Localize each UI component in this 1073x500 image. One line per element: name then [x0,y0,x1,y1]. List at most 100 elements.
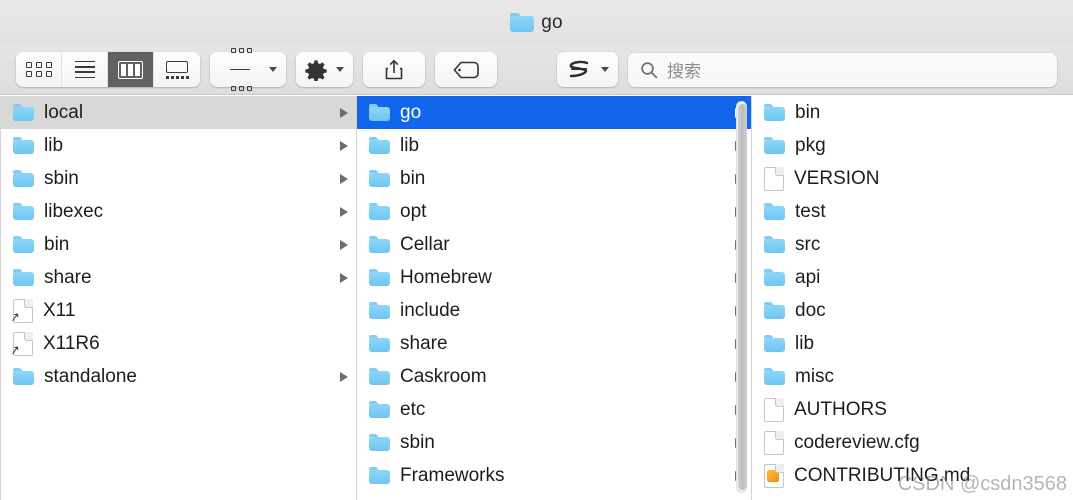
group-by-icon [219,34,260,106]
search-field[interactable]: 搜索 [628,52,1057,87]
share-button[interactable] [363,52,425,87]
scrollbar-thumb[interactable] [738,104,747,490]
column-1[interactable]: local lib sbin libexec bin share ↗ X11 ↗ X11R6 sta… [0,96,357,500]
file-row-label: share [400,332,448,354]
file-row[interactable]: Caskroom [357,360,751,393]
tag-button[interactable] [435,52,497,87]
file-row[interactable]: test [752,195,1072,228]
file-row-label: X11 [43,299,76,321]
file-row-label: pkg [795,134,826,156]
file-row[interactable]: standalone [1,360,356,393]
file-row[interactable]: opt [357,195,751,228]
alias-file-icon: ↗ [9,298,33,324]
column-2[interactable]: go lib bin opt Cellar Homebrew include share Cas… [357,96,752,500]
file-row[interactable]: Frameworks [357,459,751,492]
view-mode-column-view-button[interactable] [108,52,154,87]
disclosure-arrow-icon [340,107,348,118]
folder-icon [369,203,390,220]
view-mode-icon-view-button[interactable] [16,52,62,87]
folder-icon [764,269,785,286]
folder-icon [369,236,390,253]
file-row[interactable]: codereview.cfg [752,426,1072,459]
column-2-scrollbar[interactable] [736,101,747,493]
markdown-badge-icon [767,469,779,482]
folder-icon [369,467,390,484]
file-row[interactable]: api [752,261,1072,294]
folder-icon [764,203,785,220]
window-title: go [541,11,563,33]
file-row-label: bin [795,101,821,123]
file-row[interactable]: Homebrew [357,261,751,294]
file-row-label: VERSION [794,167,880,189]
file-row[interactable]: doc [752,294,1072,327]
group-by-button[interactable] [210,47,286,92]
finder-window: go 搜索 local lib sbin libexec bin share ↗… [0,0,1073,500]
view-mode-gallery-view-button[interactable] [154,52,200,87]
folder-icon [13,236,34,253]
file-row[interactable]: libexec [1,195,356,228]
extension-menu-button[interactable] [557,52,618,87]
folder-icon [13,104,34,121]
column-3[interactable]: bin pkg VERSION test src api doc lib misc AUTHORS… [752,96,1072,500]
document-file-icon [764,430,784,455]
file-row-label: opt [400,200,427,222]
file-row[interactable]: bin [1,228,356,261]
disclosure-arrow-icon [340,272,348,283]
view-mode-list-view-button[interactable] [62,52,108,87]
file-row-label: src [795,233,821,255]
markdown-file-icon [764,463,784,488]
tag-icon [453,61,479,78]
file-row[interactable]: src [752,228,1072,261]
gear-icon [305,59,327,81]
file-row[interactable]: bin [357,162,751,195]
file-row[interactable]: share [1,261,356,294]
file-row[interactable]: VERSION [752,162,1072,195]
search-input[interactable]: 搜索 [667,57,701,82]
file-row-label: Frameworks [400,464,505,486]
toolbar: 搜索 [0,45,1073,95]
file-row[interactable]: local [1,96,356,129]
disclosure-arrow-icon [340,206,348,217]
file-row[interactable]: etc [357,393,751,426]
file-row[interactable]: go [357,96,751,129]
folder-icon [369,104,390,121]
file-row-label: libexec [44,200,104,222]
file-row[interactable]: lib [1,129,356,162]
file-row[interactable]: include [357,294,751,327]
file-row[interactable]: ↗ X11 [1,294,356,327]
folder-icon [764,302,785,319]
file-row[interactable]: AUTHORS [752,393,1072,426]
file-row[interactable]: share [357,327,751,360]
file-row-label: standalone [44,365,137,387]
file-row-label: Cellar [400,233,450,255]
chevron-down-icon [601,67,609,72]
icon-view-icon [25,62,52,77]
file-row[interactable]: sbin [357,426,751,459]
file-row[interactable]: CONTRIBUTING.md [752,459,1072,492]
file-row-label: Homebrew [400,266,492,288]
file-row[interactable]: Cellar [357,228,751,261]
file-row-label: etc [400,398,426,420]
file-row[interactable]: lib [752,327,1072,360]
title-bar: go [0,0,1073,45]
file-row[interactable]: ↗ X11R6 [1,327,356,360]
file-row[interactable]: lib [357,129,751,162]
file-row-label: test [795,200,826,222]
file-row[interactable]: bin [752,96,1072,129]
file-row-label: sbin [44,167,79,189]
folder-icon [764,236,785,253]
view-mode-segmented-control[interactable] [16,52,200,87]
folder-icon [369,368,390,385]
file-row[interactable]: pkg [752,129,1072,162]
action-menu-button[interactable] [296,52,353,87]
chevron-down-icon [269,67,277,72]
file-row-label: bin [44,233,70,255]
alias-file-icon: ↗ [9,331,33,357]
file-row[interactable]: sbin [1,162,356,195]
file-row[interactable]: misc [752,360,1072,393]
alias-arrow-icon: ↗ [8,308,22,325]
document-file-icon [764,397,784,422]
share-icon [385,59,403,79]
alias-arrow-icon: ↗ [8,341,22,358]
folder-icon [369,269,390,286]
